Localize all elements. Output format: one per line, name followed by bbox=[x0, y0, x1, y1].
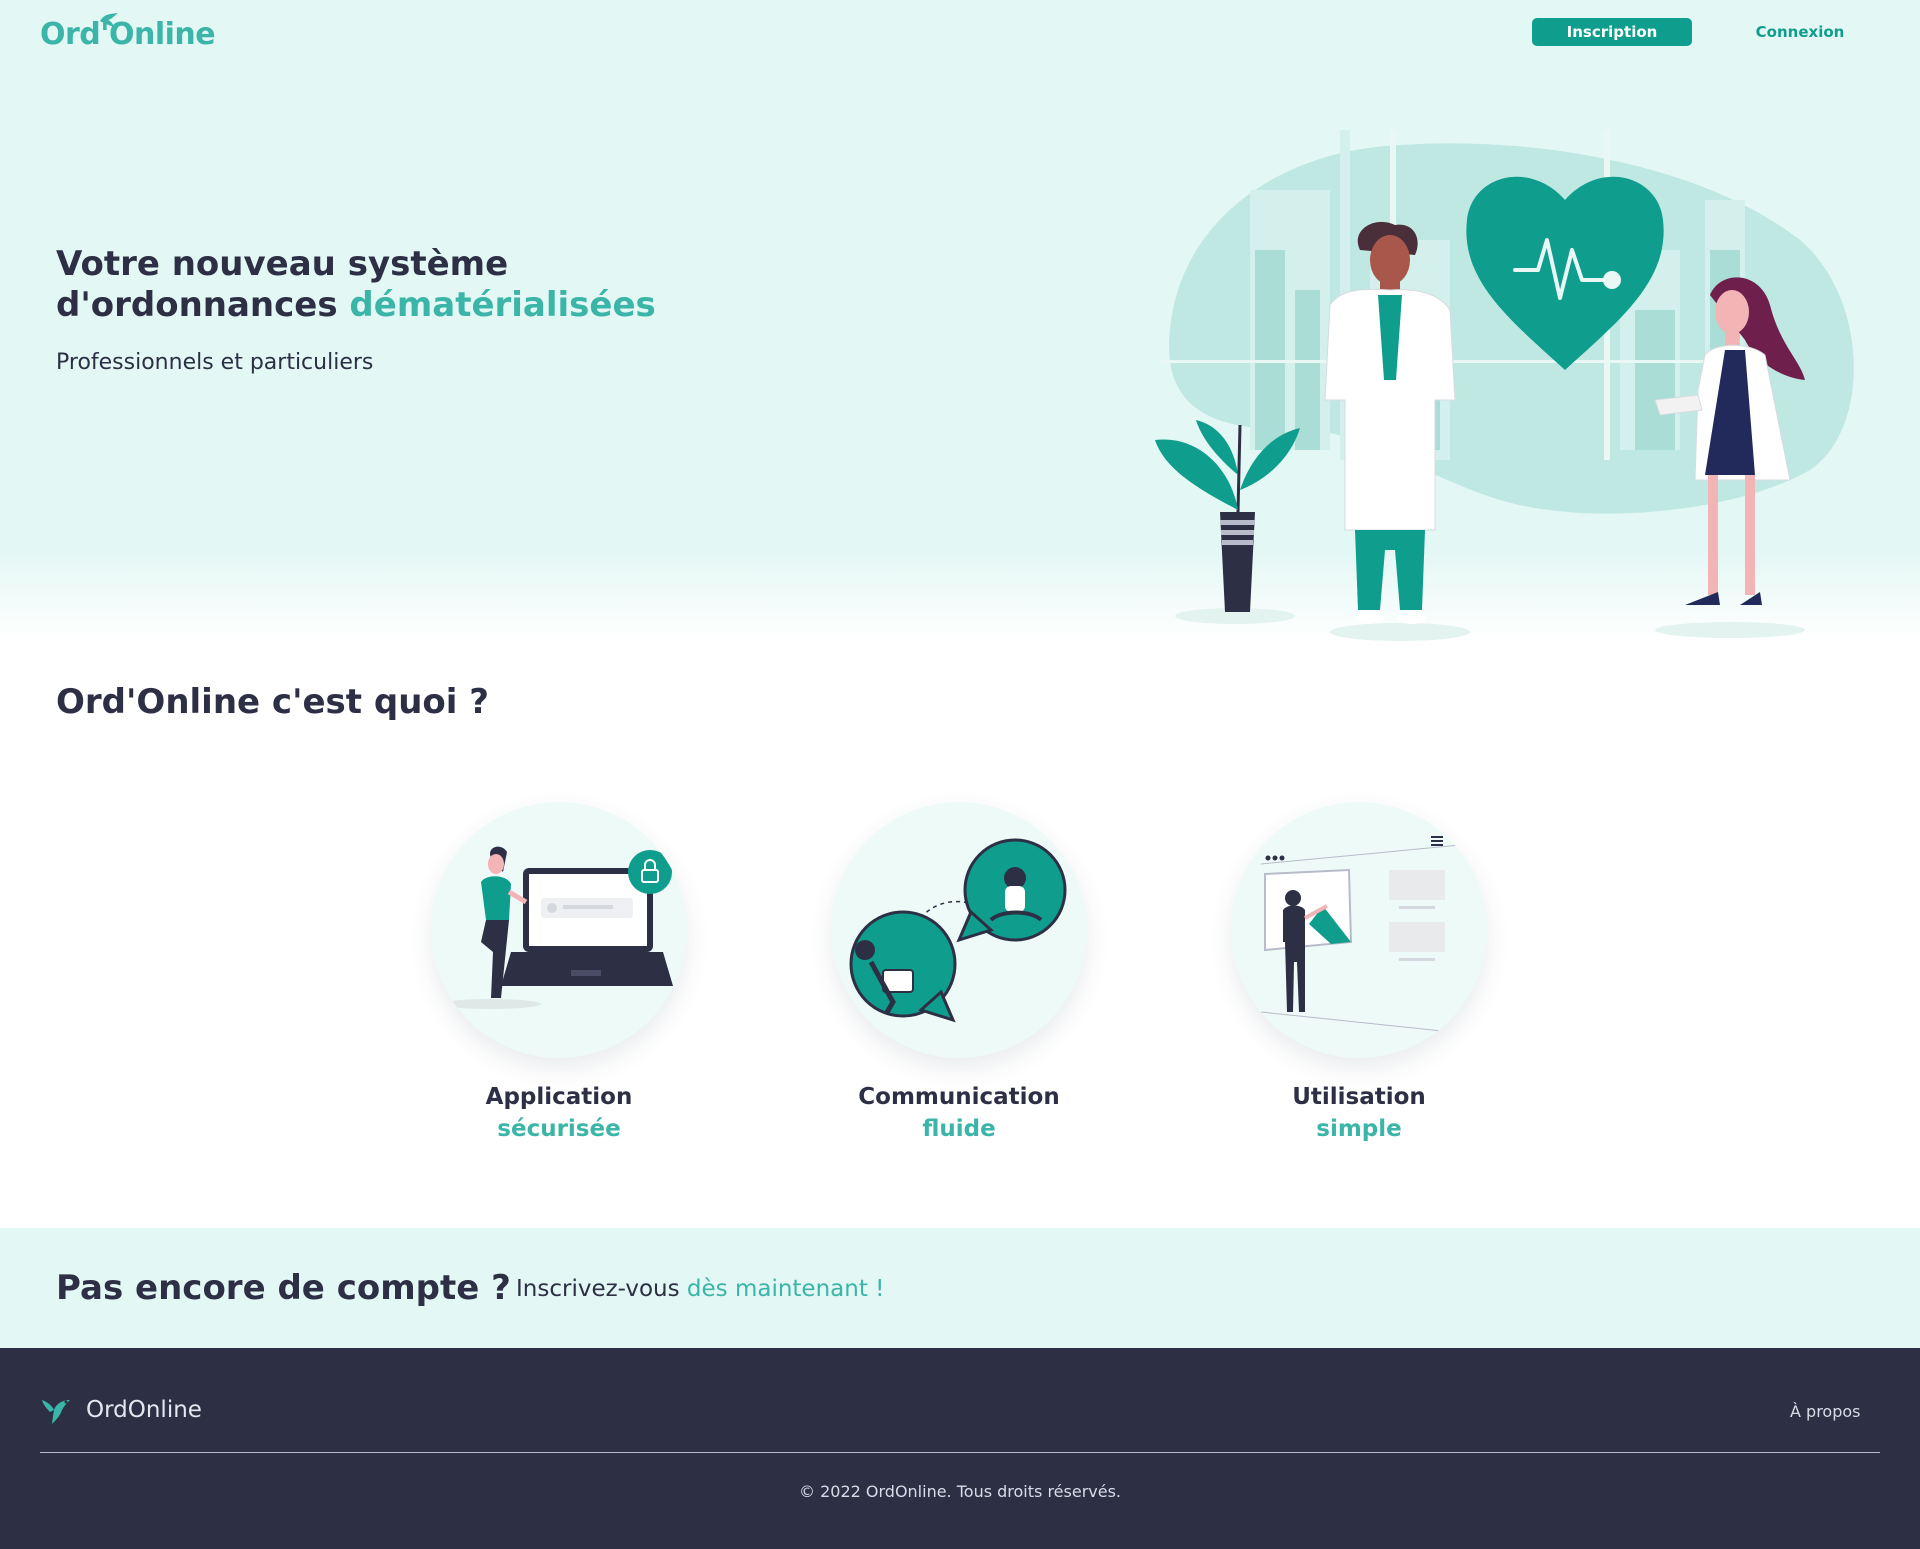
feature-title: Communication bbox=[858, 1084, 1060, 1110]
hero-subtitle: Professionnels et particuliers bbox=[56, 350, 374, 375]
hero-title-line1: Votre nouveau système bbox=[56, 244, 509, 284]
signup-cta-banner: Pas encore de compte ? Inscrivez-vous dè… bbox=[0, 1228, 1920, 1348]
cta-text-prefix: Inscrivez-vous bbox=[516, 1276, 687, 1302]
login-link[interactable]: Connexion bbox=[1730, 18, 1870, 46]
cta-signup-link[interactable]: dès maintenant ! bbox=[687, 1276, 884, 1302]
feature-subtitle: simple bbox=[1316, 1116, 1402, 1142]
feature-title: Utilisation bbox=[1292, 1084, 1426, 1110]
logo-text: Ord'Online bbox=[40, 16, 216, 52]
hero-title-accent: dématérialisées bbox=[349, 285, 656, 325]
hero-title-line2: d'ordonnances bbox=[56, 285, 350, 325]
doctors-illustration bbox=[1155, 130, 1854, 641]
logo[interactable]: Ord'Online bbox=[40, 13, 216, 54]
cta-title: Pas encore de compte ? bbox=[56, 1268, 511, 1308]
bird-icon bbox=[100, 13, 118, 27]
copyright: © 2022 OrdOnline. Tous droits réservés. bbox=[799, 1482, 1121, 1501]
secure-laptop-illustration bbox=[441, 846, 673, 1009]
feature-circle bbox=[431, 802, 687, 1058]
feature-subtitle: sécurisée bbox=[497, 1116, 621, 1142]
about-link[interactable]: À propos bbox=[1790, 1402, 1860, 1421]
chat-bubbles-illustration bbox=[849, 838, 1067, 1023]
footer: OrdOnline À propos © 2022 OrdOnline. Tou… bbox=[0, 1348, 1920, 1549]
signup-button[interactable]: Inscription bbox=[1532, 18, 1692, 46]
footer-logo[interactable]: OrdOnline bbox=[40, 1394, 202, 1426]
hero-section: Ord'Online Inscription Connexion Votre n… bbox=[0, 0, 1920, 641]
footer-divider bbox=[40, 1452, 1880, 1453]
hero-title: Votre nouveau système d'ordonnances déma… bbox=[56, 244, 736, 326]
section-title: Ord'Online c'est quoi ? bbox=[56, 682, 490, 722]
feature-title: Application bbox=[485, 1084, 633, 1110]
feature-circle bbox=[831, 802, 1087, 1058]
cta-text: Inscrivez-vous dès maintenant ! bbox=[516, 1276, 884, 1302]
footer-logo-text: OrdOnline bbox=[86, 1397, 202, 1423]
feature-circle bbox=[1231, 802, 1487, 1058]
presentation-board-illustration bbox=[1260, 836, 1472, 1035]
feature-subtitle: fluide bbox=[922, 1116, 996, 1142]
bird-icon bbox=[42, 1400, 70, 1424]
